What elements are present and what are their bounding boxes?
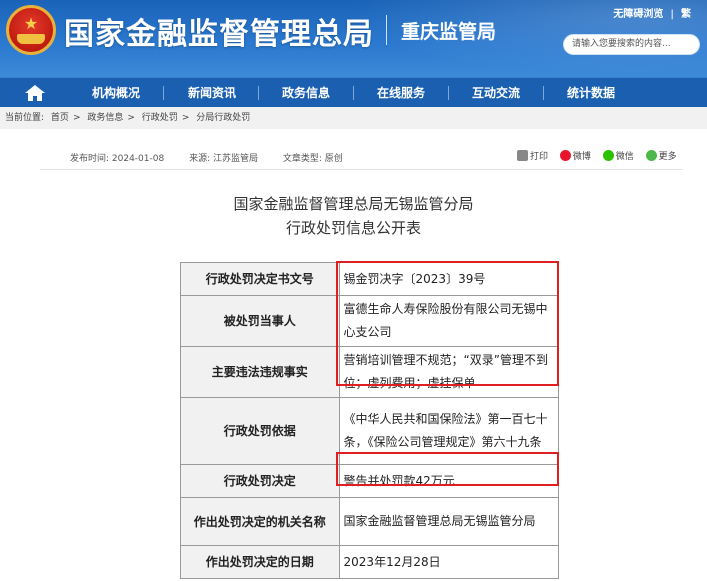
title-divider bbox=[386, 15, 387, 45]
weibo-icon bbox=[559, 150, 571, 161]
row-value: 国家金融监督管理总局无锡监管分局 bbox=[338, 497, 560, 546]
traditional-chinese-link[interactable]: 繁 bbox=[681, 9, 691, 20]
search-input[interactable]: 请输入您要搜索的内容... bbox=[563, 34, 700, 55]
row-label: 行政处罚决定书文号 bbox=[180, 262, 340, 296]
breadcrumb-prefix: 当前位置: bbox=[5, 113, 45, 123]
breadcrumb-home[interactable]: 首页 bbox=[51, 113, 69, 123]
weibo-button[interactable]: 微博 bbox=[559, 149, 591, 162]
row-label: 作出处罚决定的机关名称 bbox=[180, 497, 340, 546]
row-value: 营销培训管理不规范；“双录”管理不到位；虚列费用；虚挂保单 bbox=[338, 346, 560, 398]
accessibility-link[interactable]: 无障碍浏览 bbox=[613, 9, 663, 20]
row-label: 被处罚当事人 bbox=[180, 295, 340, 347]
more-button[interactable]: 更多 bbox=[645, 149, 677, 162]
nav-item-online-service[interactable]: 在线服务 bbox=[377, 78, 425, 108]
breadcrumb-government-info[interactable]: 政务信息 bbox=[87, 113, 123, 123]
national-emblem-icon: ★ bbox=[6, 5, 56, 55]
article-source: 来源: 江苏监管局 bbox=[189, 154, 258, 164]
table-row: 行政处罚决定书文号 锡金罚决字〔2023〕39号 bbox=[180, 262, 560, 296]
branch-name: 重庆监管局 bbox=[401, 21, 497, 43]
row-value: 富德生命人寿保险股份有限公司无锡中心支公司 bbox=[338, 295, 560, 347]
breadcrumb-branch-penalty[interactable]: 分局行政处罚 bbox=[196, 113, 250, 123]
row-value: 警告并处罚款42万元 bbox=[338, 464, 560, 498]
breadcrumb: 当前位置: 首页 > 政务信息 > 行政处罚 > 分局行政处罚 bbox=[0, 107, 707, 129]
penalty-info-table: 行政处罚决定书文号 锡金罚决字〔2023〕39号 被处罚当事人 富德生命人寿保险… bbox=[180, 262, 560, 579]
table-row: 行政处罚决定 警告并处罚款42万元 bbox=[180, 464, 560, 498]
article-meta: 发布时间: 2024-01-08 来源: 江苏监管局 文章类型: 原创 bbox=[70, 151, 365, 164]
wechat-button[interactable]: 微信 bbox=[602, 149, 634, 162]
row-label: 作出处罚决定的日期 bbox=[180, 545, 340, 579]
row-value: 锡金罚决字〔2023〕39号 bbox=[338, 262, 560, 296]
nav-item-government-info[interactable]: 政务信息 bbox=[282, 78, 330, 108]
more-icon bbox=[645, 150, 657, 161]
nav-item-statistics[interactable]: 统计数据 bbox=[567, 78, 615, 108]
row-value: 《中华人民共和国保险法》第一百七十条，《保险公司管理规定》第六十九条 bbox=[338, 397, 560, 465]
home-icon[interactable] bbox=[22, 83, 48, 103]
wechat-icon bbox=[602, 150, 614, 161]
article-title-line1: 国家金融监督管理总局无锡监管分局 bbox=[233, 195, 474, 213]
nav-item-news[interactable]: 新闻资讯 bbox=[188, 78, 236, 108]
site-title[interactable]: 国家金融监督管理总局 bbox=[64, 9, 374, 53]
article-title-line2: 行政处罚信息公开表 bbox=[285, 219, 421, 237]
table-row: 作出处罚决定的机关名称 国家金融监督管理总局无锡监管分局 bbox=[180, 497, 560, 546]
top-links: 无障碍浏览 | 繁 bbox=[613, 9, 691, 20]
row-value: 2023年12月28日 bbox=[338, 545, 560, 579]
table-row: 行政处罚依据 《中华人民共和国保险法》第一百七十条，《保险公司管理规定》第六十九… bbox=[180, 397, 560, 465]
row-label: 行政处罚依据 bbox=[180, 397, 340, 465]
share-bar: 打印 微博 微信 更多 bbox=[517, 149, 686, 162]
meta-divider bbox=[40, 169, 683, 170]
table-row: 作出处罚决定的日期 2023年12月28日 bbox=[180, 545, 560, 579]
breadcrumb-penalty[interactable]: 行政处罚 bbox=[142, 113, 178, 123]
main-nav: 机构概况 新闻资讯 政务信息 在线服务 互动交流 统计数据 bbox=[0, 77, 707, 107]
row-label: 主要违法违规事实 bbox=[180, 346, 340, 398]
table-row: 主要违法违规事实 营销培训管理不规范；“双录”管理不到位；虚列费用；虚挂保单 bbox=[180, 346, 560, 398]
print-icon bbox=[517, 150, 528, 161]
nav-item-interaction[interactable]: 互动交流 bbox=[472, 78, 520, 108]
article-type: 文章类型: 原创 bbox=[282, 154, 343, 164]
site-header: ★ 国家金融监督管理总局 重庆监管局 无障碍浏览 | 繁 请输入您要搜索的内容... bbox=[0, 0, 707, 77]
print-button[interactable]: 打印 bbox=[517, 149, 548, 162]
publish-date: 发布时间: 2024-01-08 bbox=[70, 154, 165, 164]
nav-item-institution[interactable]: 机构概况 bbox=[92, 78, 140, 108]
row-label: 行政处罚决定 bbox=[180, 464, 340, 498]
table-row: 被处罚当事人 富德生命人寿保险股份有限公司无锡中心支公司 bbox=[180, 295, 560, 347]
